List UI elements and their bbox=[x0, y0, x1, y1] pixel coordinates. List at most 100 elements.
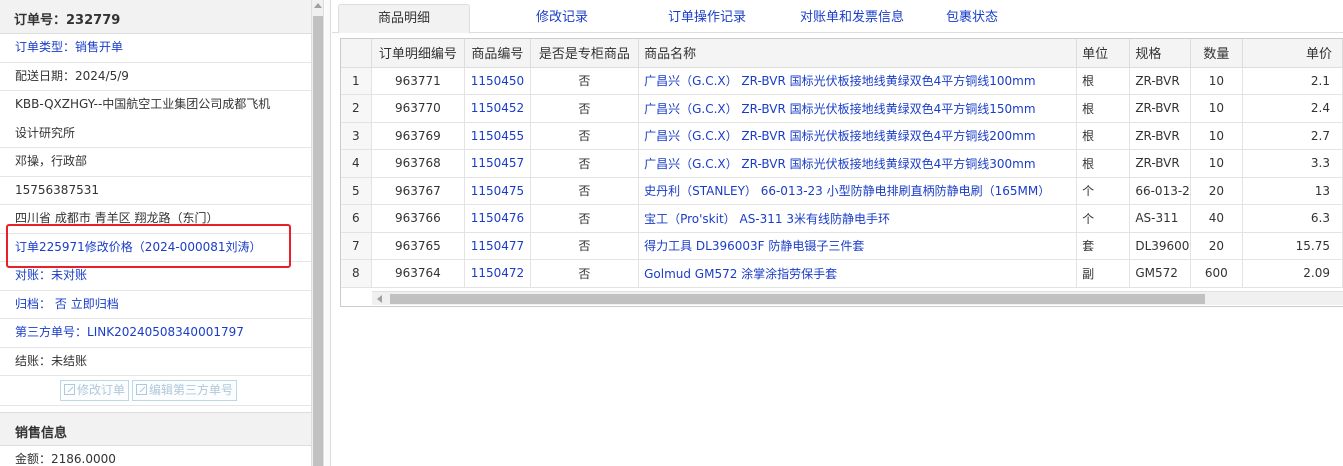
product-code[interactable]: 1150455 bbox=[464, 122, 531, 150]
unit: 个 bbox=[1076, 204, 1131, 233]
counter-product: 否 bbox=[530, 67, 640, 95]
product-name-link[interactable]: 史丹利（STANLEY） 66-013-23 小型防静电排刷直柄防静电刷（165… bbox=[638, 177, 1078, 205]
product-code[interactable]: 1150475 bbox=[464, 177, 531, 205]
customer-name-line1: KBB-QXZHGY--中国航空工业集团公司成都飞机 bbox=[15, 97, 271, 111]
product-name-link[interactable]: 宝工（Pro'skit） AS-311 3米有线防静电手环 bbox=[638, 204, 1078, 233]
col-quantity[interactable]: 数量 bbox=[1190, 39, 1243, 68]
row-index: 6 bbox=[341, 204, 372, 233]
modify-order-button[interactable]: 修改订单 bbox=[60, 380, 130, 401]
archive-now-link[interactable]: 立即归档 bbox=[71, 297, 119, 311]
product-code[interactable]: 1150472 bbox=[464, 259, 531, 288]
detail-tabs: 商品明细 修改记录 订单操作记录 对账单和发票信息 包裹状态 bbox=[332, 0, 1343, 34]
unit-price: 2.1 bbox=[1242, 67, 1343, 95]
panel-splitter[interactable] bbox=[325, 0, 331, 466]
counter-product: 否 bbox=[530, 259, 640, 288]
sales-info-header: 销售信息 bbox=[0, 412, 311, 446]
table-row[interactable]: 2 963770 1150452 否广昌兴（G.C.X） ZR-BVR 国标光伏板接地… bbox=[341, 94, 1343, 123]
tab-modify-history[interactable]: 修改记录 bbox=[492, 4, 632, 33]
counter-product: 否 bbox=[530, 122, 640, 150]
hscroll-thumb[interactable] bbox=[390, 294, 1205, 304]
table-body: 1 963771 1150450 否广昌兴（G.C.X） ZR-BVR 国标光伏板接地… bbox=[341, 67, 1343, 288]
table-row[interactable]: 4 963768 1150457 否广昌兴（G.C.X） ZR-BVR 国标光伏板接地… bbox=[341, 149, 1343, 178]
row-index: 1 bbox=[341, 67, 372, 95]
order-number-value: 232779 bbox=[66, 13, 121, 28]
row-index: 4 bbox=[341, 149, 372, 178]
counter-product: 否 bbox=[530, 232, 640, 260]
product-name-link[interactable]: 广昌兴（G.C.X） ZR-BVR 国标光伏板接地线黄绿双色4平方铜线100mm bbox=[638, 67, 1078, 95]
product-table: 订单明细编号 商品编号 是否是专柜商品 商品名称 单位 规格 数量 单价 1 96… bbox=[340, 38, 1343, 307]
archive-value: 否 bbox=[54, 296, 67, 311]
product-name-link[interactable]: Golmud GM572 涂掌涂指劳保手套 bbox=[638, 259, 1078, 288]
unit-price: 2.4 bbox=[1242, 94, 1343, 123]
quantity: 10 bbox=[1190, 67, 1243, 95]
unit-price: 2.09 bbox=[1242, 259, 1343, 288]
product-code[interactable]: 1150452 bbox=[464, 94, 531, 123]
scroll-up-icon[interactable] bbox=[314, 3, 322, 8]
product-code[interactable]: 1150476 bbox=[464, 204, 531, 233]
spec: AS-311 bbox=[1129, 204, 1191, 233]
table-row[interactable]: 1 963771 1150450 否广昌兴（G.C.X） ZR-BVR 国标光伏板接地… bbox=[341, 67, 1343, 95]
table-row[interactable]: 6 963766 1150476 否宝工（Pro'skit） AS-311 3米有线防… bbox=[341, 204, 1343, 233]
third-party-value: LINK20240508340001797 bbox=[87, 325, 244, 339]
unit: 根 bbox=[1076, 122, 1131, 150]
table-row[interactable]: 7 963765 1150477 否得力工具 DL396003F 防静电镊子三件套套 D… bbox=[341, 232, 1343, 260]
product-code[interactable]: 1150450 bbox=[464, 67, 531, 95]
scroll-left-icon[interactable] bbox=[377, 295, 382, 303]
edit-third-party-button[interactable]: 编辑第三方单号 bbox=[132, 380, 238, 401]
table-row[interactable]: 3 963769 1150455 否广昌兴（G.C.X） ZR-BVR 国标光伏板接地… bbox=[341, 122, 1343, 150]
scrollbar-thumb[interactable] bbox=[313, 16, 323, 466]
counter-product: 否 bbox=[530, 177, 640, 205]
order-type: 订单类型：销售开单 bbox=[0, 34, 311, 63]
quantity: 10 bbox=[1190, 149, 1243, 178]
table-row[interactable]: 5 963767 1150475 否史丹利（STANLEY） 66-013-23 小型… bbox=[341, 177, 1343, 205]
col-index bbox=[341, 39, 372, 68]
spec: DL39600 bbox=[1129, 232, 1191, 260]
row-index: 7 bbox=[341, 232, 372, 260]
row-index: 2 bbox=[341, 94, 372, 123]
detail-id: 963765 bbox=[371, 232, 466, 260]
tab-package-status[interactable]: 包裹状态 bbox=[902, 4, 1042, 33]
order-type-value: 销售开单 bbox=[75, 40, 124, 54]
col-detail-id[interactable]: 订单明细编号 bbox=[371, 39, 466, 68]
product-name-link[interactable]: 得力工具 DL396003F 防静电镊子三件套 bbox=[638, 232, 1078, 260]
quantity: 10 bbox=[1190, 94, 1243, 123]
detail-id: 963770 bbox=[371, 94, 466, 123]
order-info-panel: 订单号：232779 订单类型：销售开单 配送日期：2024/5/9 KBB-Q… bbox=[0, 0, 312, 466]
sales-amount: 金额：2186.0000 bbox=[0, 446, 311, 466]
left-panel-scrollbar[interactable] bbox=[312, 0, 324, 466]
table-horizontal-scrollbar[interactable] bbox=[372, 291, 1343, 305]
unit-price: 2.7 bbox=[1242, 122, 1343, 150]
quantity: 40 bbox=[1190, 204, 1243, 233]
col-counter-product[interactable]: 是否是专柜商品 bbox=[530, 39, 640, 68]
unit: 根 bbox=[1076, 67, 1131, 95]
col-unit-price[interactable]: 单价 bbox=[1242, 39, 1343, 68]
contact-person: 邓操，行政部 bbox=[0, 148, 311, 177]
order-type-label: 订单类型： bbox=[15, 40, 76, 54]
row-index: 5 bbox=[341, 177, 372, 205]
settlement-status: 结账：未结账 bbox=[0, 348, 311, 376]
product-name-link[interactable]: 广昌兴（G.C.X） ZR-BVR 国标光伏板接地线黄绿双色4平方铜线200mm bbox=[638, 122, 1078, 150]
table-header-row: 订单明细编号 商品编号 是否是专柜商品 商品名称 单位 规格 数量 单价 bbox=[341, 39, 1343, 68]
edit-third-party-label: 编辑第三方单号 bbox=[149, 383, 234, 397]
product-code[interactable]: 1150477 bbox=[464, 232, 531, 260]
tab-product-details[interactable]: 商品明细 bbox=[338, 4, 470, 34]
product-name-link[interactable]: 广昌兴（G.C.X） ZR-BVR 国标光伏板接地线黄绿双色4平方铜线150mm bbox=[638, 94, 1078, 123]
col-unit[interactable]: 单位 bbox=[1076, 39, 1131, 68]
quantity: 20 bbox=[1190, 232, 1243, 260]
product-name-link[interactable]: 广昌兴（G.C.X） ZR-BVR 国标光伏板接地线黄绿双色4平方铜线300mm bbox=[638, 149, 1078, 178]
recon-value: 未对账 bbox=[51, 268, 88, 282]
unit: 套 bbox=[1076, 232, 1131, 260]
unit: 副 bbox=[1076, 259, 1131, 288]
detail-id: 963766 bbox=[371, 204, 466, 233]
row-index: 3 bbox=[341, 122, 372, 150]
col-spec[interactable]: 规格 bbox=[1129, 39, 1191, 68]
col-product-name[interactable]: 商品名称 bbox=[638, 39, 1078, 68]
detail-id: 963769 bbox=[371, 122, 466, 150]
table-row[interactable]: 8 963764 1150472 否 Golmud GM572 涂掌涂指劳保手套副 GM5… bbox=[341, 259, 1343, 288]
col-product-code[interactable]: 商品编号 bbox=[464, 39, 531, 68]
unit-price: 13 bbox=[1242, 177, 1343, 205]
edit-icon bbox=[136, 384, 148, 395]
unit: 根 bbox=[1076, 149, 1131, 178]
spec: ZR-BVR bbox=[1129, 94, 1191, 123]
product-code[interactable]: 1150457 bbox=[464, 149, 531, 178]
